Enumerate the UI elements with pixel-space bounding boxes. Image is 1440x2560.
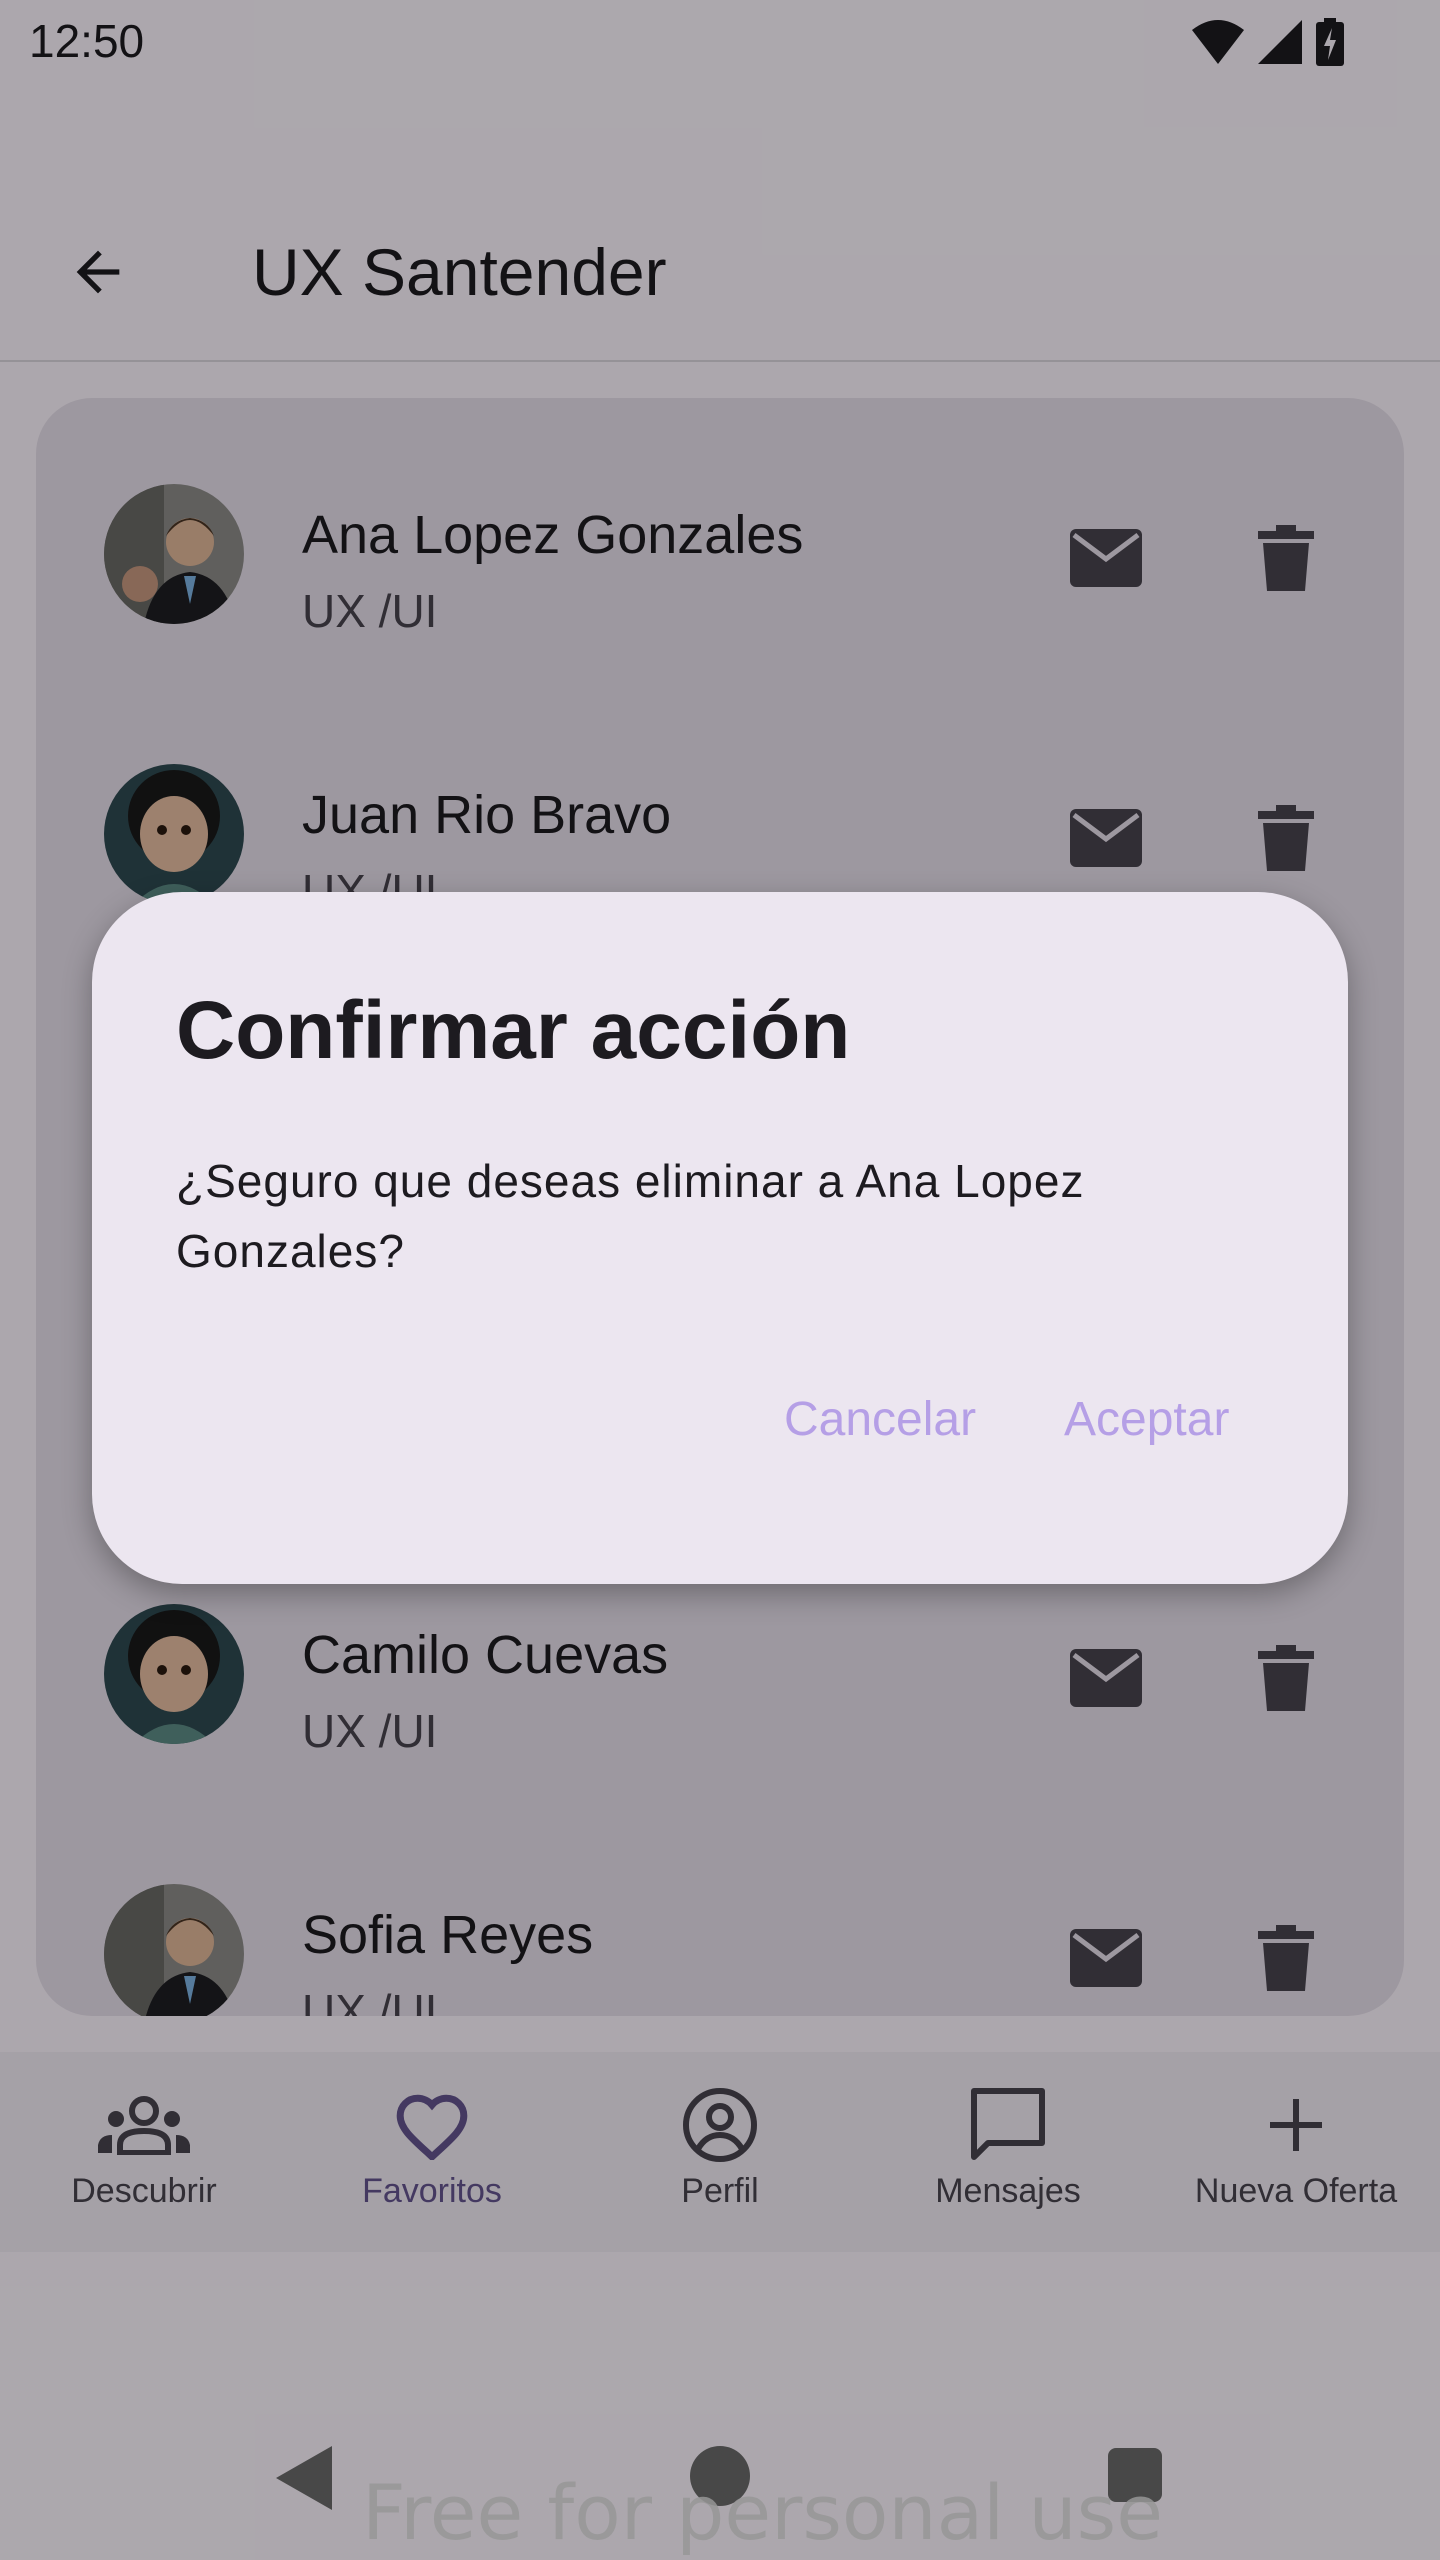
dialog-title: Confirmar acción	[176, 985, 851, 1076]
confirm-dialog: Confirmar acción ¿Seguro que deseas elim…	[92, 892, 1348, 1584]
accept-button[interactable]: Aceptar	[1064, 1392, 1229, 1447]
cancel-button[interactable]: Cancelar	[784, 1392, 976, 1447]
watermark: Free for personal use	[362, 2468, 1163, 2557]
dialog-message: ¿Seguro que deseas eliminar a Ana Lopez …	[176, 1155, 1085, 1277]
